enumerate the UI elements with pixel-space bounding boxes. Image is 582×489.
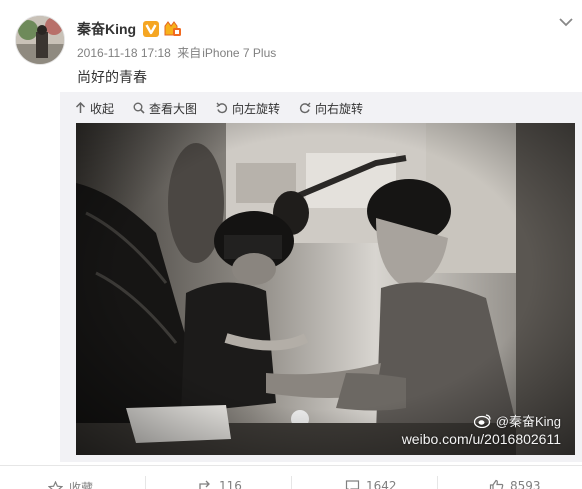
vip-crown-icon[interactable]: [164, 21, 182, 37]
source-device[interactable]: iPhone 7 Plus: [202, 46, 276, 60]
repost-button[interactable]: 116: [198, 479, 242, 489]
action-divider: [291, 476, 292, 489]
repost-icon: [199, 480, 210, 489]
collapse-label: 收起: [90, 101, 115, 116]
action-divider: [145, 476, 146, 489]
photo-watermark: @秦奋King weibo.com/u/2016802611: [402, 411, 561, 447]
verified-v-icon[interactable]: [143, 21, 160, 37]
source-prefix: 来自: [177, 46, 202, 60]
weibo-logo-icon: [473, 414, 491, 428]
comment-button[interactable]: 1642: [345, 479, 397, 489]
chevron-down-icon[interactable]: [558, 13, 574, 27]
rotate-right-button[interactable]: 向右旋转: [299, 100, 363, 117]
post-text: 尚好的青春: [77, 70, 147, 86]
rotate-left-icon: [216, 102, 228, 114]
comment-count: 1642: [366, 479, 397, 489]
action-bar: 收藏 116 1642 8593: [0, 465, 582, 489]
post-photo[interactable]: @秦奋King weibo.com/u/2016802611: [76, 123, 575, 455]
action-divider: [437, 476, 438, 489]
star-icon: [48, 480, 63, 489]
username[interactable]: 秦奋King: [77, 19, 136, 39]
rotate-left-label: 向左旋转: [232, 101, 281, 116]
view-large-button[interactable]: 查看大图: [133, 100, 197, 117]
collapse-button[interactable]: 收起: [75, 100, 114, 117]
post-meta: 2016-11-18 17:18 来自iPhone 7 Plus: [77, 44, 276, 61]
media-expanded-panel: 收起 查看大图 向左旋转 向右旋转 @秦奋King weibo.com/u/20…: [60, 92, 582, 462]
weibo-post-card: 秦奋King 2016-11-18 17:18 来自iPhone 7 Plus …: [0, 0, 582, 489]
magnifier-icon: [133, 102, 145, 114]
comment-icon: [345, 480, 360, 489]
post-timestamp[interactable]: 2016-11-18 17:18: [77, 46, 171, 60]
avatar[interactable]: [15, 15, 65, 65]
arrow-up-icon: [75, 102, 86, 113]
repost-count: 116: [219, 479, 242, 489]
rotate-right-icon: [299, 102, 311, 114]
rotate-right-label: 向右旋转: [315, 101, 364, 116]
favorite-label: 收藏: [69, 481, 94, 489]
user-row: 秦奋King: [77, 19, 182, 39]
watermark-url: weibo.com/u/2016802611: [401, 431, 561, 447]
favorite-button[interactable]: 收藏: [48, 479, 93, 489]
like-count: 8593: [510, 479, 541, 489]
rotate-left-button[interactable]: 向左旋转: [216, 100, 280, 117]
watermark-handle: @秦奋King: [495, 414, 561, 429]
like-button[interactable]: 8593: [489, 479, 541, 489]
view-large-label: 查看大图: [149, 101, 198, 116]
media-toolbar: 收起 查看大图 向左旋转 向右旋转: [75, 98, 382, 118]
thumbs-up-icon: [489, 479, 504, 489]
tattoo-studio-photo: [76, 123, 575, 455]
